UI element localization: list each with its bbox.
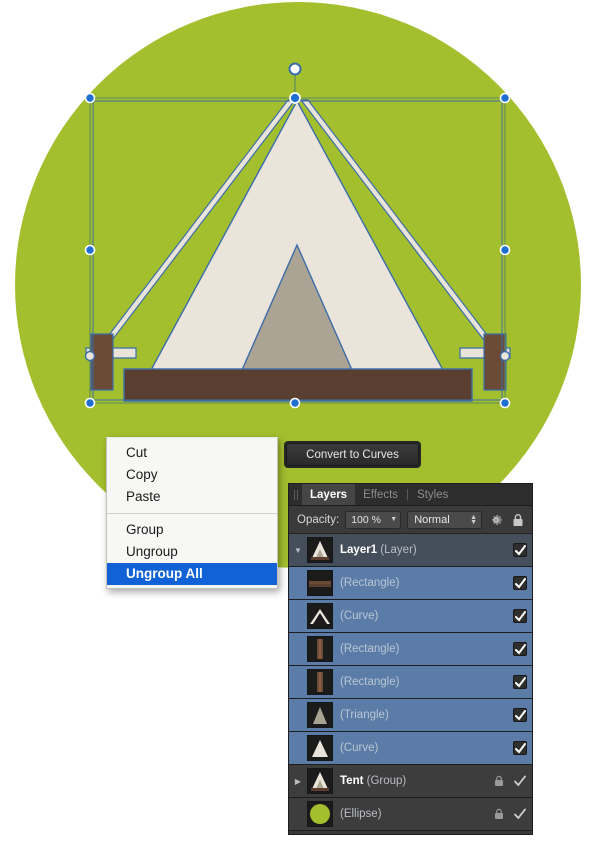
visibility-checkbox[interactable] [508, 775, 532, 787]
lock-icon[interactable] [510, 512, 526, 528]
checkbox-box[interactable] [513, 543, 527, 557]
layer-type: (Ellipse) [340, 808, 382, 820]
layer-type: (Triangle) [340, 709, 389, 721]
checkbox-box[interactable] [513, 576, 527, 590]
menu-item-cut[interactable]: Cut [107, 442, 277, 464]
menu-item-ungroup[interactable]: Ungroup [107, 541, 277, 563]
visibility-checkbox[interactable] [508, 675, 532, 689]
layer-thumbnail [307, 603, 333, 629]
post-left-rect[interactable] [90, 333, 114, 391]
layer-row[interactable]: (Ellipse) [289, 798, 532, 831]
layer-label: (Ellipse) [340, 808, 490, 820]
checkbox-box[interactable] [513, 675, 527, 689]
lock-icon[interactable] [490, 775, 508, 787]
layer-label: (Rectangle) [340, 643, 490, 655]
checkbox-box[interactable] [513, 708, 527, 722]
checkmark-icon[interactable] [514, 808, 526, 820]
checkbox-box[interactable] [513, 642, 527, 656]
opacity-input[interactable]: 100 % ▼ [345, 510, 402, 529]
layer-label: Layer1 (Layer) [340, 544, 490, 556]
convert-to-curves-button[interactable]: Convert to Curves [286, 443, 419, 466]
tab-layers[interactable]: Layers [302, 484, 356, 505]
visibility-checkbox[interactable] [508, 741, 532, 755]
layer-name: Layer1 [340, 544, 378, 556]
chevron-down-icon[interactable]: ▼ [390, 516, 397, 523]
layer-thumbnail [307, 669, 333, 695]
visibility-checkbox[interactable] [508, 808, 532, 820]
lock-icon[interactable] [490, 808, 508, 820]
checkbox-box[interactable] [513, 609, 527, 623]
checkbox-box[interactable] [513, 741, 527, 755]
layer-row[interactable]: (Rectangle) [289, 666, 532, 699]
layer-type: (Group) [366, 775, 407, 787]
panel-grip-icon[interactable] [289, 484, 302, 505]
menu-item-ungroup-all[interactable]: Ungroup All [107, 563, 277, 585]
layers-panel[interactable]: Layers Effects | Styles Opacity: 100 % ▼… [288, 483, 533, 835]
layer-label: Tent (Group) [340, 775, 490, 787]
layer-row[interactable]: (Rectangle) [289, 633, 532, 666]
visibility-checkbox[interactable] [508, 642, 532, 656]
visibility-checkbox[interactable] [508, 708, 532, 722]
layer-thumbnail [307, 735, 333, 761]
chevron-down-icon[interactable]: ▼ [289, 546, 307, 555]
menu-item-copy[interactable]: Copy [107, 464, 277, 486]
layer-thumbnail [307, 537, 333, 563]
tab-effects[interactable]: Effects [355, 484, 406, 505]
checkmark-icon[interactable] [514, 775, 526, 787]
menu-item-group[interactable]: Group [107, 519, 277, 541]
layer-row[interactable]: ▼ Layer1 (Layer) [289, 534, 532, 567]
panel-tab-strip: Layers Effects | Styles [289, 484, 532, 506]
layer-thumbnail [307, 801, 333, 827]
visibility-checkbox[interactable] [508, 576, 532, 590]
layer-label: (Curve) [340, 742, 490, 754]
layer-row[interactable]: (Triangle) [289, 699, 532, 732]
context-menu[interactable]: Cut Copy Paste Group Ungroup Ungroup All [106, 437, 278, 589]
layer-type: (Curve) [340, 742, 379, 754]
layer-thumbnail [307, 570, 333, 596]
rotate-handle [288, 62, 302, 76]
screen-root: Convert to Curves Cut Copy Paste Group U… [0, 0, 600, 852]
layer-thumbnail [307, 636, 333, 662]
layer-thumbnail [307, 702, 333, 728]
chevron-right-icon[interactable]: ▶ [289, 777, 307, 786]
visibility-checkbox[interactable] [508, 543, 532, 557]
layer-type: (Curve) [340, 610, 379, 622]
layer-type: (Rectangle) [340, 676, 400, 688]
layer-list[interactable]: ▼ Layer1 (Layer) (Rectangle) (Curve) (Rectan… [289, 534, 532, 831]
layer-label: (Rectangle) [340, 577, 490, 589]
post-right-rect[interactable] [483, 333, 507, 391]
layer-label: (Triangle) [340, 709, 490, 721]
menu-item-paste[interactable]: Paste [107, 486, 277, 508]
layer-row[interactable]: (Curve) [289, 600, 532, 633]
visibility-checkbox[interactable] [508, 609, 532, 623]
layer-type: (Layer) [380, 544, 417, 556]
opacity-value: 100 % [351, 513, 381, 526]
layer-label: (Curve) [340, 610, 490, 622]
context-menu-group-arrange: Group Ungroup Ungroup All [107, 519, 277, 585]
opacity-label: Opacity: [297, 513, 340, 526]
layer-name: Tent [340, 775, 364, 787]
layer-type: (Rectangle) [340, 577, 400, 589]
gear-icon[interactable] [488, 512, 504, 528]
context-menu-group-edit: Cut Copy Paste [107, 442, 277, 508]
base-rect[interactable] [123, 368, 473, 402]
menu-separator [107, 513, 277, 514]
blend-mode-select[interactable]: Normal ▲ ▼ [407, 510, 482, 529]
blend-mode-value: Normal [414, 513, 450, 526]
spinner-icon[interactable]: ▲ ▼ [470, 514, 477, 526]
layer-thumbnail [307, 768, 333, 794]
layer-row[interactable]: (Rectangle) [289, 567, 532, 600]
layer-type: (Rectangle) [340, 643, 400, 655]
layer-label: (Rectangle) [340, 676, 490, 688]
opacity-row: Opacity: 100 % ▼ Normal ▲ ▼ [289, 506, 532, 534]
tab-styles[interactable]: Styles [409, 484, 456, 505]
layer-row[interactable]: (Curve) [289, 732, 532, 765]
layer-row[interactable]: ▶ Tent (Group) [289, 765, 532, 798]
